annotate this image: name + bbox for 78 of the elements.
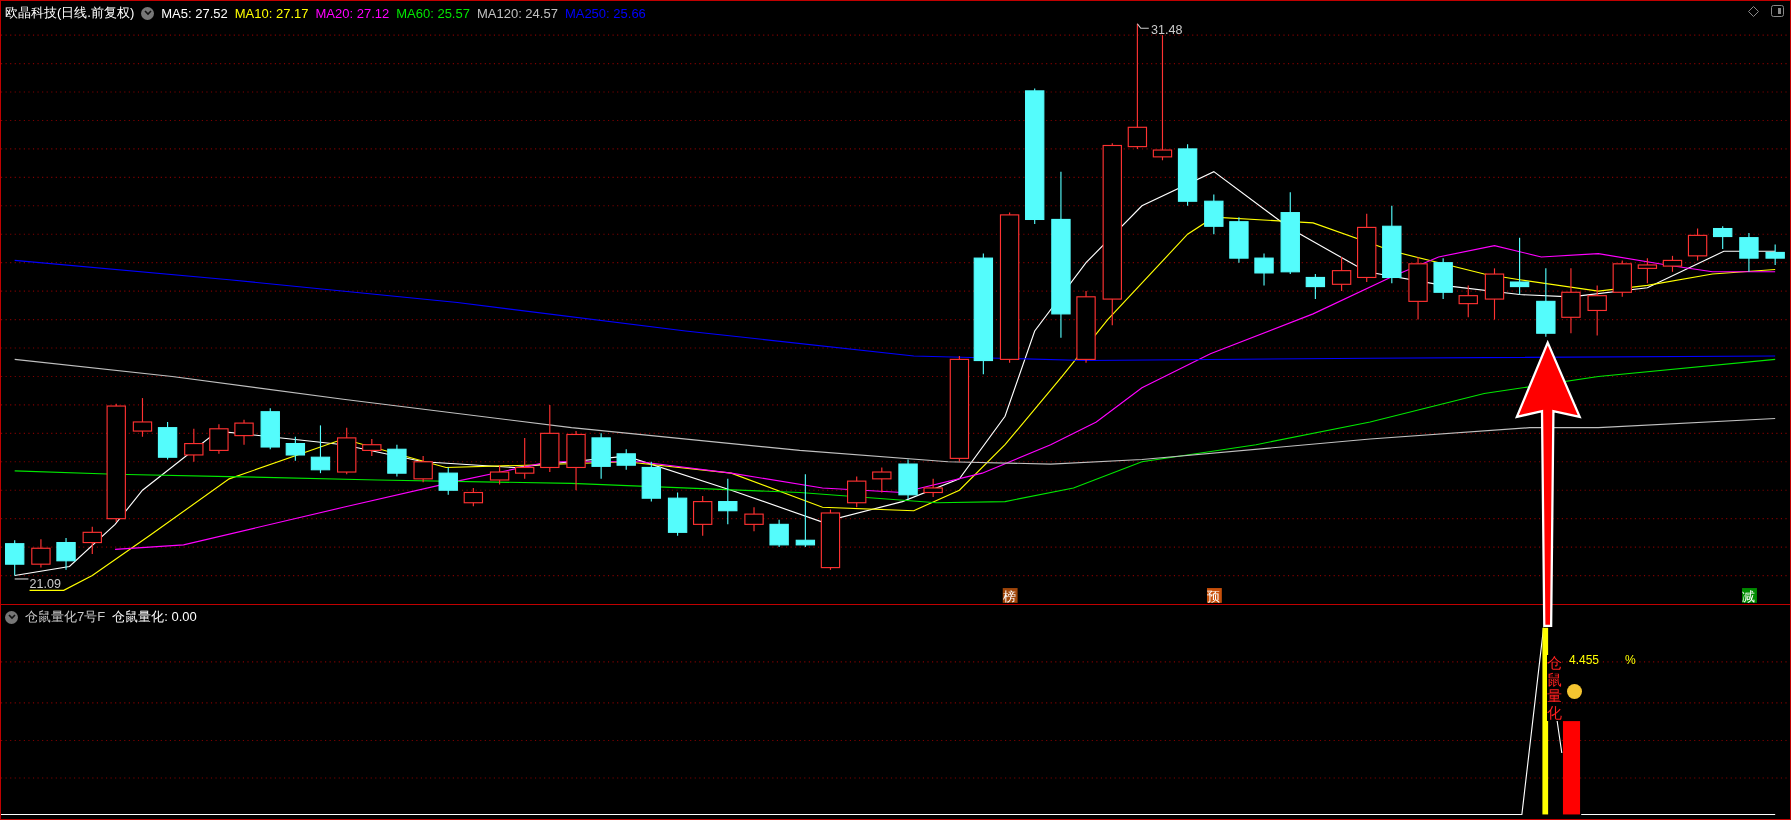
- moving-average-label: MA5: 27.52: [161, 5, 228, 21]
- dropdown-icon[interactable]: [141, 6, 155, 20]
- candlestick: [847, 476, 867, 508]
- candlestick: [1204, 193, 1224, 235]
- candlestick: [132, 397, 153, 438]
- candlestick: [1177, 143, 1198, 207]
- candlestick: [260, 407, 280, 450]
- candlestick: [591, 432, 611, 480]
- stock-title: 欧晶科技(日线.前复权): [5, 4, 135, 22]
- candlestick: [1713, 225, 1733, 250]
- diamond-icon[interactable]: [1748, 5, 1759, 17]
- candlestick: [184, 428, 204, 463]
- candlestick: [1662, 255, 1683, 273]
- panel-toggle-icon[interactable]: [1771, 5, 1784, 17]
- moving-average-label: MA10: 27.17: [234, 5, 309, 21]
- candlestick: [362, 438, 382, 457]
- candlestick: [667, 491, 688, 537]
- indicator-value: 仓鼠量化: 0.00: [112, 608, 197, 626]
- candlestick: [1305, 273, 1326, 300]
- candlestick: [616, 448, 636, 471]
- percent-sign: %: [1625, 653, 1636, 667]
- candlestick: [1561, 267, 1581, 334]
- indicator-reading: 4.455: [1569, 653, 1600, 667]
- high-price-label: 31.48: [1136, 23, 1183, 37]
- candlestick: [820, 509, 841, 571]
- candlestick: [692, 495, 713, 537]
- candlestick: [1408, 256, 1428, 321]
- dropdown-icon[interactable]: [5, 610, 18, 624]
- candlestick: [1739, 232, 1759, 273]
- candlestick: [157, 421, 178, 461]
- candlestick: [463, 487, 484, 507]
- candlestick: [438, 466, 458, 496]
- candlestick: [769, 519, 789, 548]
- signal-marker: 减: [1742, 588, 1757, 604]
- candlestick: [1229, 216, 1249, 264]
- candlestick: [1331, 256, 1352, 292]
- candlestick: [387, 444, 407, 478]
- candlestick: [1536, 267, 1556, 338]
- candlestick: [744, 506, 764, 532]
- low-price-label: 21.09: [14, 577, 61, 592]
- candlestick: [5, 539, 25, 577]
- candlestick: [209, 423, 229, 455]
- indicator-name: 仓鼠量化7号F: [25, 608, 106, 626]
- candlestick: [310, 424, 331, 474]
- candlestick: [56, 537, 76, 571]
- candlestick: [1433, 257, 1453, 300]
- candlestick: [413, 455, 433, 483]
- signal-marker: 榜: [1002, 588, 1018, 604]
- candlestick: [337, 427, 357, 475]
- moving-average-label: MA120: 24.57: [476, 5, 558, 21]
- candlestick: [515, 437, 535, 480]
- candlestick: [923, 478, 943, 498]
- candlestick: [1357, 213, 1377, 283]
- candlestick: [489, 464, 510, 486]
- moving-average-label: MA20: 27.12: [315, 5, 390, 21]
- candlestick: [1509, 237, 1530, 296]
- candlestick: [82, 526, 102, 555]
- candlestick: [1587, 284, 1607, 337]
- candlestick: [1484, 267, 1505, 321]
- candlestick: [898, 458, 918, 500]
- candlestick: [1765, 243, 1785, 266]
- candlestick: [31, 538, 51, 569]
- candlestick: [540, 404, 560, 473]
- candlestick: [872, 466, 892, 494]
- candlestick: [234, 419, 254, 446]
- candlestick: [566, 430, 586, 491]
- moving-average-label: MA250: 25.66: [564, 5, 646, 21]
- candlestick: [1254, 253, 1274, 286]
- candlestick: [1458, 284, 1478, 318]
- signal-marker: 预: [1207, 588, 1222, 604]
- candlestick: [1687, 228, 1708, 261]
- candlestick: [641, 461, 662, 503]
- moving-average-label: MA60: 25.57: [396, 5, 470, 21]
- indicator-vertical-text: 仓鼠量化: [1547, 655, 1562, 721]
- candlestick: [1637, 257, 1658, 284]
- candlestick: [285, 436, 306, 462]
- candlestick: [1612, 259, 1632, 298]
- candlestick: [718, 478, 738, 525]
